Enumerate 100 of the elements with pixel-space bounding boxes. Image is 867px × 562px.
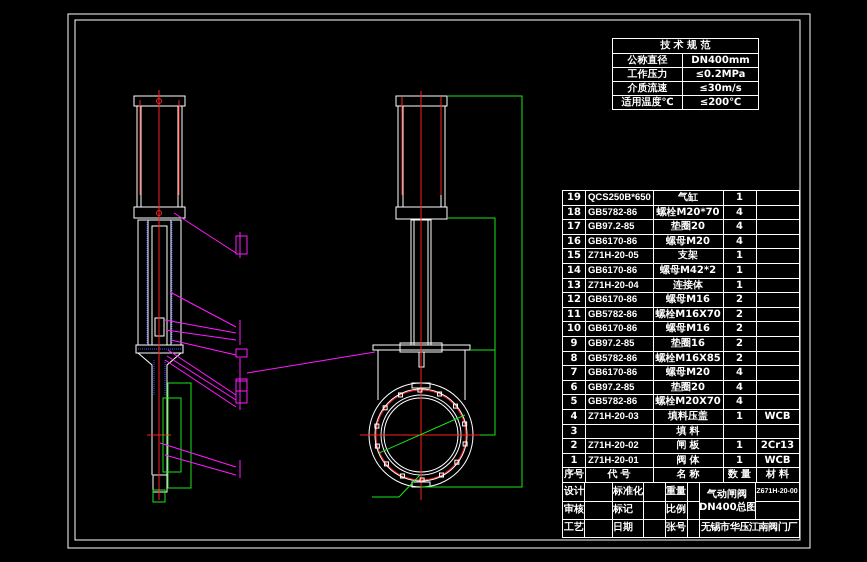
table-cell-text: 垫圈20 — [670, 380, 706, 394]
table-cell-text: 7 — [570, 366, 578, 380]
table-cell-text: 13 — [566, 278, 582, 292]
table-cell-text: 16 — [566, 234, 582, 248]
table-cell-text: 垫圈16 — [670, 336, 706, 351]
table-cell-text: 1 — [735, 264, 744, 278]
table-cell-text: 4 — [735, 220, 744, 234]
table-cell-text: 支架 — [677, 249, 699, 263]
table-cell-text: 2Cr13 — [760, 439, 796, 453]
table-cell-text: 4 — [735, 366, 744, 380]
table-cell-text: 8 — [570, 352, 578, 366]
table-cell-text: 螺栓M16X70 — [654, 308, 722, 322]
table-cell-text: Z71H-20-01 — [587, 454, 640, 468]
table-cell-text: 1 — [735, 278, 744, 292]
table-cell-text: GB6170-86 — [587, 234, 638, 248]
column-header: 名 称 — [675, 468, 701, 482]
table-cell-text: Z71H-20-02 — [587, 439, 640, 453]
spec-value: ≤200℃ — [698, 96, 742, 109]
spec-value: DN400mm — [690, 54, 751, 67]
table-cell-text: 17 — [566, 220, 582, 234]
table-cell-text: 14 — [566, 264, 582, 278]
table-cell-text: GB5782-86 — [587, 352, 638, 366]
table-cell-text: WCB — [764, 454, 792, 468]
table-cell-text: 螺母M16 — [665, 322, 711, 336]
table-cell-text: Z71H-20-03 — [587, 410, 640, 424]
table-cell-text: 螺母M20 — [665, 366, 711, 380]
table-cell-text: GB5782-86 — [587, 395, 638, 409]
table-cell-text: 2 — [570, 439, 578, 453]
table-cell-text: GB6170-86 — [587, 293, 638, 307]
table-cell-text: Z71H-20-04 — [587, 278, 640, 292]
table-cell-text: 2 — [735, 352, 744, 366]
title-block-label: 工艺 — [563, 520, 584, 535]
title-block-label: 标记 — [612, 502, 634, 517]
table-cell-text: Z71H-20-05 — [587, 249, 640, 263]
table-cell-text: 2 — [735, 308, 744, 322]
table-cell-text: 螺母M20 — [665, 234, 711, 248]
table-cell-text: 连接体 — [672, 278, 704, 292]
title-block-label: 张号 — [665, 520, 687, 535]
table-cell-text: 1 — [735, 191, 744, 205]
table-cell-text: 填料压盖 — [666, 410, 709, 424]
table-cell-text: 2 — [735, 336, 744, 351]
spec-value: ≤30m/s — [698, 82, 743, 95]
table-cell-text: 10 — [566, 322, 582, 336]
table-cell-text: 4 — [570, 410, 578, 424]
table-cell-text: 2 — [735, 293, 744, 307]
column-header: 数 量 — [726, 468, 752, 482]
title-block-label: 日期 — [612, 520, 634, 535]
table-cell-text: 18 — [566, 206, 582, 220]
company-name: 无锡市华压江南阀门厂 — [700, 520, 798, 535]
table-cell-text: 螺栓M20*70 — [655, 206, 720, 220]
table-cell-text: 螺母M16 — [665, 293, 711, 307]
spec-label: 介质流速 — [613, 82, 683, 95]
table-cell-text: 1 — [570, 454, 578, 468]
table-cell-text: 9 — [570, 336, 578, 351]
table-cell-text: 1 — [735, 249, 744, 263]
spec-label: 适用温度℃ — [613, 96, 683, 109]
table-cell-text: 4 — [735, 380, 744, 394]
table-cell-text: GB6170-86 — [587, 322, 638, 336]
spec-title: 技 术 规 范 — [613, 39, 758, 54]
table-cell-text: WCB — [764, 410, 792, 424]
spec-label: 公称直径 — [613, 54, 683, 67]
title-block-label: 设计 — [563, 484, 584, 499]
title-block-label: 标准化 — [612, 484, 643, 499]
table-cell-text: 12 — [566, 293, 582, 307]
title-block-label: 比例 — [665, 502, 687, 517]
table-cell-text: GB97.2-85 — [587, 380, 636, 394]
table-cell-text: 3 — [570, 424, 578, 438]
table-cell-text: GB6170-86 — [587, 366, 638, 380]
table-cell-text: 19 — [566, 191, 582, 205]
table-cell-text: 螺栓M16X85 — [654, 352, 722, 366]
spec-label: 工作压力 — [613, 68, 683, 81]
table-cell-text: GB5782-86 — [587, 308, 638, 322]
table-cell-text: 1 — [735, 410, 744, 424]
table-cell-text: 1 — [735, 439, 744, 453]
table-cell-text: 螺母M42*2 — [658, 264, 718, 278]
table-cell-text: GB97.2-85 — [587, 220, 636, 234]
table-cell-text: 2 — [735, 322, 744, 336]
spec-value: ≤0.2MPa — [694, 68, 746, 81]
table-cell-text: 4 — [735, 234, 744, 248]
table-cell-text: 垫圈20 — [670, 220, 706, 234]
table-cell-text: 闸 板 — [675, 439, 701, 453]
table-cell-text: 阀 体 — [675, 454, 701, 468]
title-block-label: 审核 — [563, 502, 584, 517]
table-cell-text: 11 — [566, 308, 582, 322]
column-header: 代 号 — [606, 468, 632, 482]
table-cell-text: GB5782-86 — [587, 206, 638, 220]
table-cell-text: 6 — [570, 380, 578, 394]
column-header: 序号 — [563, 468, 585, 482]
table-cell-text: 气缸 — [677, 191, 699, 205]
title-block-label: 重量 — [665, 484, 687, 499]
table-cell-text: 5 — [570, 395, 578, 409]
column-header: 材 料 — [764, 468, 790, 482]
table-cell-text: 1 — [735, 454, 744, 468]
table-cell-text: 4 — [735, 395, 744, 409]
table-cell-text: QCS250B*650 — [587, 191, 652, 205]
table-cell-text: 15 — [566, 249, 582, 263]
table-cell-text: 填 料 — [675, 424, 701, 438]
table-cell-text: GB6170-86 — [587, 264, 638, 278]
table-cell-text: 4 — [735, 206, 744, 220]
table-cell-text: GB97.2-85 — [587, 336, 636, 351]
